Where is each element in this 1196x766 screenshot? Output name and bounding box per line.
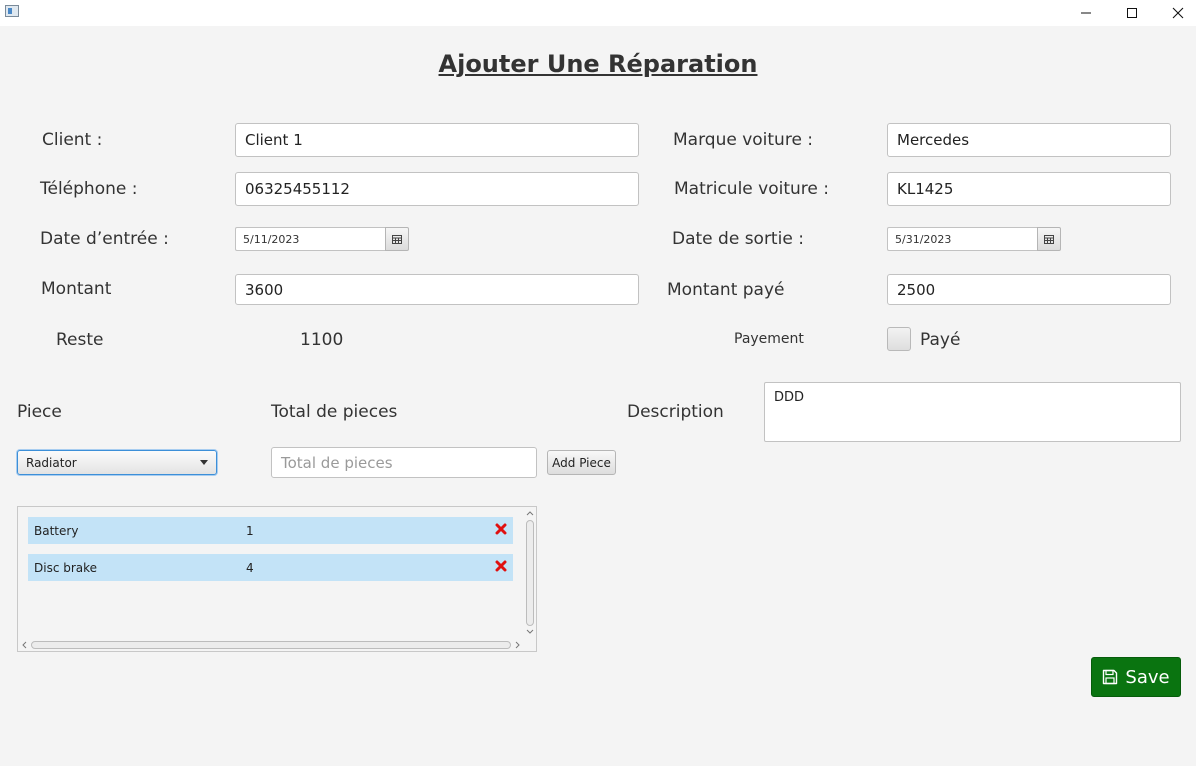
save-button[interactable]: Save [1091,657,1181,697]
matricule-label: Matricule voiture : [674,179,830,199]
chevron-down-icon [526,629,534,634]
date-entree-calendar-button[interactable] [385,227,409,251]
pieces-list[interactable]: Battery 1 Disc brake 4 [17,506,537,652]
list-item-name: Disc brake [34,560,98,575]
close-icon [1172,7,1184,19]
list-item-qty: 1 [246,523,254,538]
maximize-button[interactable] [1109,0,1155,26]
paye-checkbox-label: Payé [920,330,961,350]
list-item[interactable]: Disc brake 4 [28,554,513,581]
piece-combobox[interactable]: Radiator [17,450,217,475]
horizontal-scroll-thumb[interactable] [31,641,511,649]
minimize-button[interactable] [1063,0,1109,26]
marque-field[interactable]: Mercedes [887,123,1171,157]
piece-label: Piece [17,402,62,422]
app-icon [5,5,19,17]
marque-label: Marque voiture : [673,130,814,150]
montant-paye-field[interactable]: 2500 [887,274,1171,305]
add-piece-button[interactable]: Add Piece [547,450,616,475]
calendar-icon [392,234,402,244]
page-title: Ajouter Une Réparation [438,50,758,78]
chevron-right-icon [515,641,520,649]
date-sortie-label: Date de sortie : [672,229,804,249]
matricule-field[interactable]: KL1425 [887,172,1171,206]
delete-icon[interactable] [495,560,507,575]
total-pieces-label: Total de pieces [271,402,398,422]
chevron-up-icon [526,511,534,516]
delete-icon[interactable] [495,523,507,538]
date-entree-picker: 5/11/2023 [235,227,409,251]
maximize-icon [1127,8,1137,18]
date-entree-input[interactable]: 5/11/2023 [235,227,385,251]
reste-value: 1100 [300,330,344,350]
description-label: Description [627,402,724,422]
total-pieces-input[interactable]: Total de pieces [271,447,537,478]
payement-label: Payement [734,331,804,347]
window-titlebar [0,0,1196,26]
date-sortie-input[interactable]: 5/31/2023 [887,227,1037,251]
montant-field[interactable]: 3600 [235,274,639,305]
description-textarea[interactable]: DDD [764,382,1181,442]
date-sortie-picker: 5/31/2023 [887,227,1061,251]
reste-label: Reste [56,330,104,350]
telephone-label: Téléphone : [40,179,138,199]
piece-combobox-value: Radiator [26,455,77,470]
minimize-icon [1081,12,1091,14]
date-sortie-calendar-button[interactable] [1037,227,1061,251]
save-button-label: Save [1125,666,1170,688]
vertical-scrollbar[interactable] [525,508,535,640]
vertical-scroll-thumb[interactable] [526,520,534,626]
floppy-disk-icon [1103,669,1118,685]
list-item-name: Battery [34,523,79,538]
horizontal-scrollbar[interactable] [19,639,525,651]
list-item-qty: 4 [246,560,254,575]
paye-checkbox[interactable] [887,327,911,351]
close-button[interactable] [1155,0,1196,26]
montant-paye-label: Montant payé [667,280,785,300]
list-item[interactable]: Battery 1 [28,517,513,544]
client-label: Client : [42,130,103,150]
chevron-left-icon [22,641,27,649]
date-entree-label: Date d’entrée : [40,229,169,249]
client-field[interactable]: Client 1 [235,123,639,157]
telephone-field[interactable]: 06325455112 [235,172,639,206]
montant-label: Montant [41,279,112,299]
chevron-down-icon [192,460,216,465]
calendar-icon [1044,234,1054,244]
